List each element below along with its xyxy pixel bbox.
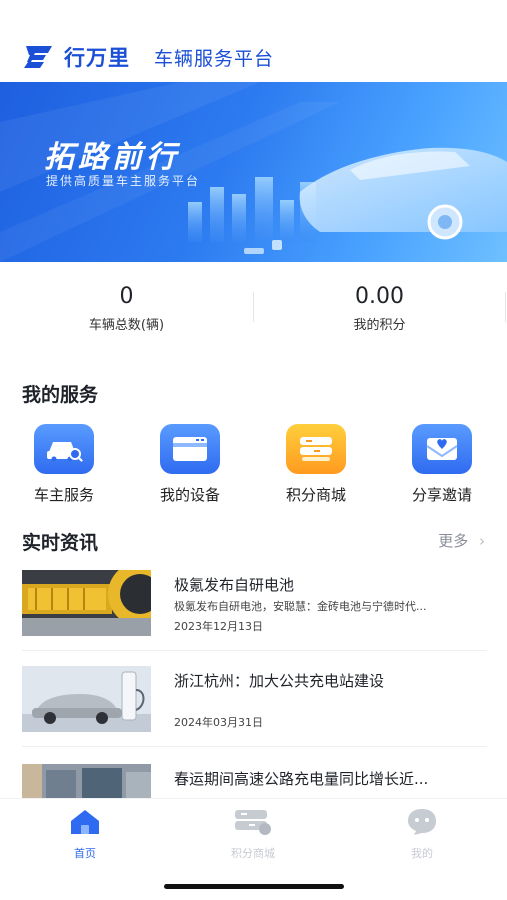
news-date: 2023年12月13日 [174,620,263,633]
profile-icon [408,809,436,835]
stat-points[interactable]: 0.00 我的积分 [253,284,506,333]
brand-logo-icon [24,46,52,68]
news-divider [22,746,487,747]
stat-value: 0 [119,284,134,309]
service-my-devices[interactable]: 我的设备 [140,424,240,505]
news-item[interactable]: 春运期间高速公路充电量同比增长近... [0,762,507,798]
service-label: 我的设备 [159,486,220,504]
stat-label: 我的积分 [353,318,406,333]
stat-vehicle-count[interactable]: 0 车辆总数(辆) [0,284,253,333]
news-section-title: 实时资讯 [22,532,99,554]
chevron-right-icon: › [479,532,485,550]
stats-panel: 0 车辆总数(辆) 0.00 我的积分 [0,262,507,352]
news-title: 浙江杭州：加大公共充电站建设 [174,672,385,690]
brand-name: 行万里 [64,46,130,70]
news-title: 春运期间高速公路充电量同比增长近... [174,770,429,788]
points-mall-icon [286,424,346,474]
news-item[interactable]: 浙江杭州：加大公共充电站建设 2024年03月31日 [0,664,507,746]
tab-label: 我的 [411,847,433,860]
services-section-title: 我的服务 [22,384,99,406]
home-indicator [164,884,344,889]
news-divider [22,650,487,651]
news-date: 2024年03月31日 [174,716,263,729]
service-points-mall[interactable]: 积分商城 [266,424,366,505]
device-card-icon [160,424,220,474]
service-label: 车主服务 [33,486,94,504]
banner-subtitle: 提供高质量车主服务平台 [46,174,201,188]
news-more-link[interactable]: 更多 › [438,530,485,551]
share-invite-icon [412,424,472,474]
home-icon [71,810,99,834]
news-item[interactable]: 极氪发布自研电池 极氪发布自研电池，安聪慧：金砖电池与宁德时代... 2023年… [0,568,507,650]
news-summary: 极氪发布自研电池，安聪慧：金砖电池与宁德时代... [174,600,427,613]
news-title: 极氪发布自研电池 [174,576,295,594]
tab-points-mall[interactable]: 积分商城 [193,807,313,861]
service-label: 积分商城 [285,486,346,504]
services-grid: 车主服务 我的设备 积分商城 分享邀请 [0,424,507,504]
news-thumbnail [22,570,151,636]
tab-label: 积分商城 [231,847,275,860]
news-thumbnail [22,666,151,732]
service-car-owner[interactable]: 车主服务 [14,424,114,505]
more-label: 更多 [438,532,469,550]
tab-profile[interactable]: 我的 [362,807,482,861]
stat-value: 0.00 [355,284,404,309]
stat-divider [505,292,506,322]
app-header: 行万里 车辆服务平台 [0,0,507,82]
stat-label: 车辆总数(辆) [88,318,165,333]
service-share-invite[interactable]: 分享邀请 [392,424,492,505]
tab-label: 首页 [74,847,96,860]
news-thumbnail [22,764,151,798]
tab-home[interactable]: 首页 [25,807,145,861]
service-label: 分享邀请 [411,486,472,504]
car-search-icon [34,424,94,474]
promo-banner[interactable]: 拓路前行 提供高质量车主服务平台 [0,82,507,262]
app-subtitle: 车辆服务平台 [154,48,275,70]
banner-title: 拓路前行 [44,140,180,175]
points-mall-icon [235,810,271,835]
